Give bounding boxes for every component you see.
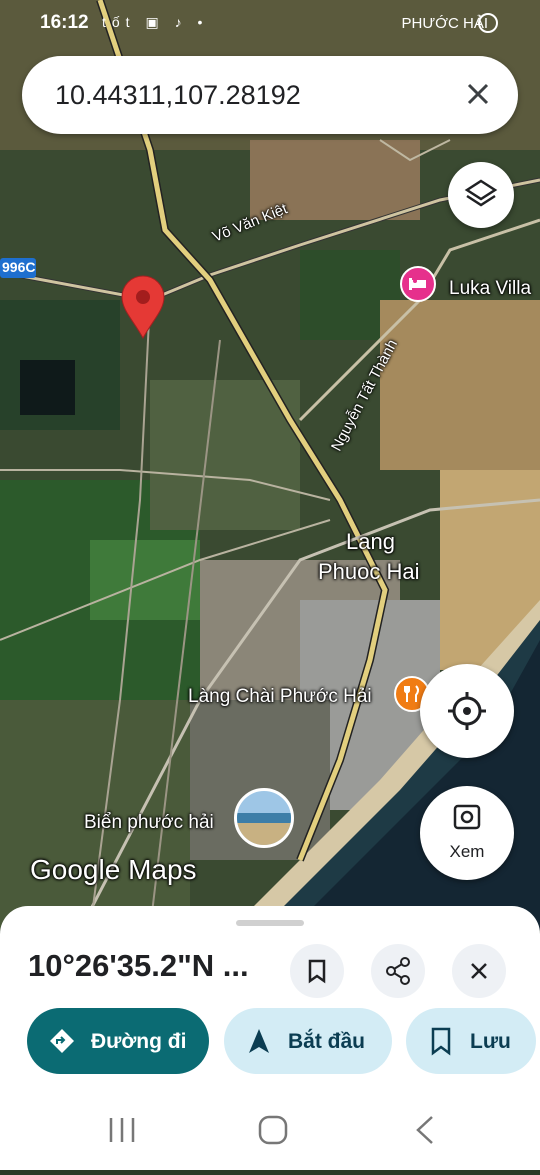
close-icon — [471, 963, 487, 979]
crosshair-icon — [448, 692, 486, 730]
search-bar[interactable]: 10.44311,107.28192 — [22, 56, 518, 134]
place-label-bien-phuoc-hai[interactable]: Biển phước hải — [84, 812, 214, 834]
system-nav-bar — [0, 1090, 540, 1170]
view-button[interactable]: Xem — [420, 786, 514, 880]
start-label: Bắt đầu — [288, 1030, 366, 1053]
place-label-lang-chai[interactable]: Làng Chài Phước Hải — [188, 686, 372, 708]
drag-handle[interactable] — [236, 920, 304, 926]
nav-bar-icons — [109, 1115, 433, 1145]
search-query[interactable]: 10.44311,107.28192 — [55, 80, 301, 111]
place-label-lang-phuoc-hai-line1: Lang — [346, 529, 395, 554]
hotel-marker[interactable] — [400, 266, 436, 302]
place-label-lang-phuoc-hai-line2: Phuoc Hai — [318, 559, 420, 584]
my-location-button[interactable] — [420, 664, 514, 758]
navigation-arrow-icon — [249, 1029, 269, 1053]
battery-icon — [478, 13, 498, 33]
notification-icons: tốt ▣ ♪ • — [102, 14, 209, 30]
view-icon — [453, 804, 481, 830]
close-icon[interactable] — [460, 76, 496, 112]
home-icon[interactable] — [258, 1115, 288, 1145]
share-icon — [386, 957, 410, 985]
google-maps-logo: Google Maps — [30, 854, 197, 885]
save-label: Lưu — [470, 1030, 511, 1053]
start-button[interactable]: Bắt đầu — [224, 1008, 392, 1074]
directions-button[interactable]: Đường đi — [27, 1008, 209, 1074]
bookmark-icon — [308, 959, 326, 984]
layers-button[interactable] — [448, 162, 514, 228]
status-time: 16:12 — [40, 12, 89, 33]
status-location-text: PHƯỚC HẢI — [401, 15, 488, 32]
coordinate-title: 10°26'35.2"N ... — [28, 948, 249, 983]
share-button[interactable] — [371, 944, 425, 998]
beach-photo-marker[interactable] — [234, 788, 294, 848]
view-button-label: Xem — [449, 842, 485, 861]
bookmark-button[interactable] — [290, 944, 344, 998]
bookmark-icon — [431, 1027, 451, 1056]
place-label-luka-villa[interactable]: Luka Villa — [449, 278, 531, 300]
save-button[interactable]: Lưu — [406, 1008, 536, 1074]
hotel-bed-icon — [409, 278, 426, 290]
layers-icon — [464, 179, 498, 207]
back-icon[interactable] — [416, 1116, 433, 1144]
status-bar: 16:12 tốt ▣ ♪ • PHƯỚC HẢI — [0, 0, 540, 46]
directions-label: Đường đi — [91, 1030, 187, 1053]
close-sheet-button[interactable] — [452, 944, 506, 998]
road-label-996c: 996C — [2, 259, 36, 275]
directions-icon — [50, 1029, 74, 1053]
recent-apps-icon[interactable] — [109, 1118, 135, 1142]
